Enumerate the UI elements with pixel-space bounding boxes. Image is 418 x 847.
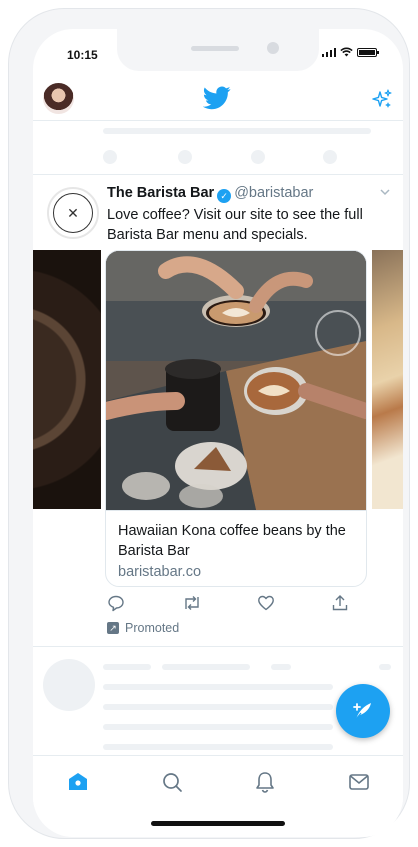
timeline-header	[33, 81, 403, 121]
share-icon[interactable]	[331, 594, 349, 612]
loading-placeholder-bar	[103, 128, 371, 134]
loading-placeholder-bar	[379, 664, 391, 670]
loading-avatar-placeholder	[43, 659, 95, 711]
verified-badge-icon: ✓	[217, 189, 232, 203]
camera	[267, 42, 279, 54]
tweet-actions	[107, 594, 375, 614]
promoted-icon: ↗	[107, 622, 119, 634]
divider	[33, 646, 403, 647]
screen: 10:15 ✕ The Barista Bar ✓ @baristabar Lo…	[33, 29, 403, 837]
carousel-card-current[interactable]: Hawaiian Kona coffee beans by the Barist…	[105, 250, 367, 587]
card-url: baristabar.co	[118, 564, 202, 580]
author-name: The Barista Bar	[107, 185, 215, 201]
carousel-card-previous[interactable]	[33, 250, 101, 509]
retweet-icon[interactable]	[182, 594, 202, 612]
loading-placeholder-bar	[162, 664, 250, 670]
notifications-icon	[256, 772, 274, 793]
loading-placeholder-bar	[103, 684, 333, 690]
search-icon	[163, 773, 182, 792]
loading-placeholder-dot	[178, 150, 192, 164]
tab-notifications[interactable]	[253, 770, 277, 794]
bottom-tab-bar	[33, 755, 403, 807]
tab-messages[interactable]	[347, 770, 371, 794]
tweet-text: Love coffee? Visit our site to see the f…	[107, 207, 363, 243]
sparkle-icon[interactable]	[371, 89, 393, 111]
tab-home[interactable]	[66, 770, 90, 794]
advertiser-avatar[interactable]: ✕	[47, 187, 99, 239]
like-icon[interactable]	[257, 594, 275, 612]
home-indicator[interactable]	[151, 821, 285, 826]
tab-search[interactable]	[160, 770, 184, 794]
twitter-bird-icon	[203, 86, 231, 110]
reply-icon[interactable]	[107, 594, 125, 612]
signal-icon	[321, 47, 336, 57]
tweet-author[interactable]: The Barista Bar ✓ @baristabar	[107, 185, 313, 203]
loading-placeholder-bar	[103, 724, 333, 730]
speaker	[191, 46, 239, 51]
loading-placeholder-bar	[103, 664, 151, 670]
compose-feather-icon	[353, 703, 371, 720]
coffee-photo	[106, 251, 366, 510]
card-link[interactable]: Hawaiian Kona coffee beans by the Barist…	[106, 510, 366, 586]
chevron-down-icon[interactable]	[379, 186, 391, 198]
compose-tweet-button[interactable]	[336, 684, 390, 738]
user-avatar[interactable]	[43, 83, 74, 114]
loading-placeholder-bar	[271, 664, 291, 670]
status-time: 10:15	[67, 48, 98, 62]
loading-placeholder-dot	[323, 150, 337, 164]
loading-placeholder-dot	[103, 150, 117, 164]
phone-frame: 10:15 ✕ The Barista Bar ✓ @baristabar Lo…	[8, 8, 410, 839]
battery-icon	[357, 47, 379, 57]
author-handle: @baristabar	[234, 185, 314, 201]
wifi-icon	[340, 47, 353, 57]
promoted-text: Promoted	[125, 621, 180, 635]
loading-placeholder-bar	[103, 744, 333, 750]
card-title: Hawaiian Kona coffee beans by the Barist…	[118, 523, 346, 559]
loading-placeholder-dot	[251, 150, 265, 164]
messages-icon	[349, 774, 369, 790]
carousel-card-next[interactable]	[372, 250, 403, 509]
status-icons	[321, 47, 379, 57]
loading-placeholder-bar	[103, 704, 333, 710]
home-icon	[69, 773, 87, 790]
notch	[117, 29, 319, 71]
divider	[33, 174, 403, 175]
promoted-label: ↗ Promoted	[107, 621, 179, 635]
barista-logo-icon: ✕	[53, 193, 93, 233]
